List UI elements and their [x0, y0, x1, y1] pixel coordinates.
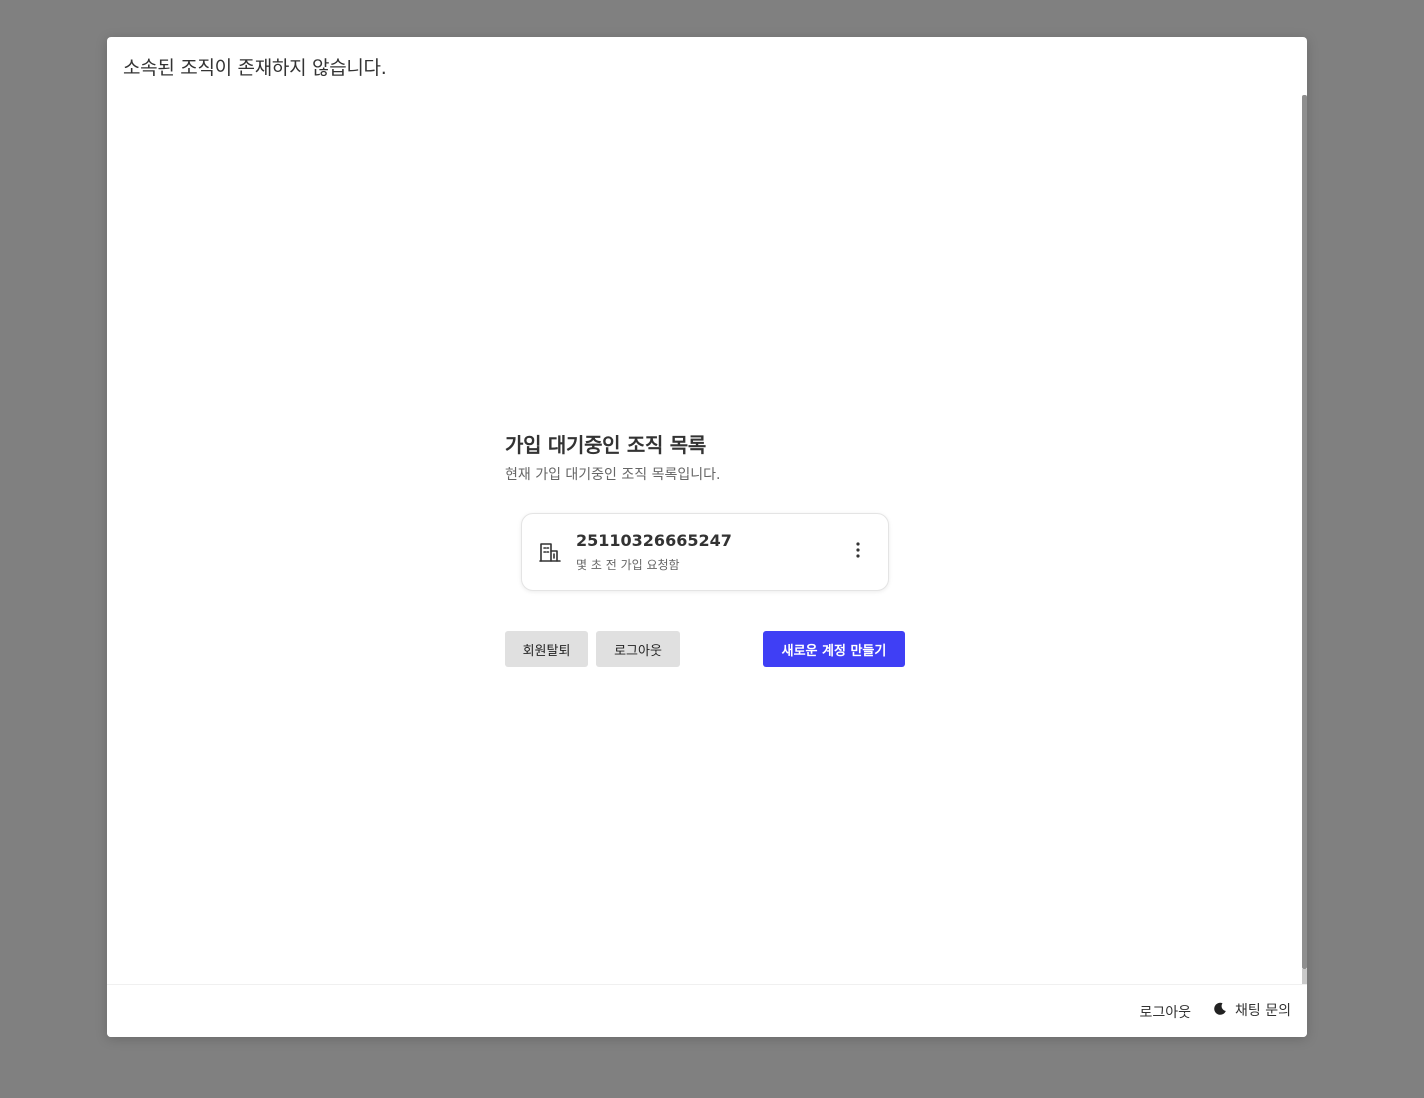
create-new-account-button[interactable]: 새로운 계정 만들기 — [763, 631, 905, 667]
section-subtitle: 현재 가입 대기중인 조직 목록입니다. — [505, 467, 721, 483]
chat-inquiry-label: 채팅 문의 — [1235, 1003, 1291, 1019]
modal-header-title: 소속된 조직이 존재하지 않습니다. — [123, 57, 387, 79]
footer-logout-link[interactable]: 로그아웃 — [1139, 1002, 1191, 1022]
no-organization-modal: 소속된 조직이 존재하지 않습니다. 가입 대기중인 조직 목록 현재 가입 대… — [107, 37, 1307, 1037]
building-icon — [538, 540, 562, 564]
logout-button[interactable]: 로그아웃 — [596, 631, 680, 667]
organization-name: 25110326665247 — [576, 531, 732, 550]
modal-footer: 로그아웃 채팅 문의 — [107, 984, 1307, 1037]
withdraw-membership-button[interactable]: 회원탈퇴 — [505, 631, 588, 667]
action-buttons-row: 회원탈퇴 로그아웃 새로운 계정 만들기 — [505, 631, 905, 667]
scrollbar-thumb[interactable] — [1302, 95, 1307, 969]
pending-organization-card: 25110326665247 몇 초 전 가입 요청함 — [521, 513, 889, 591]
more-vertical-icon — [856, 542, 860, 562]
organization-request-status: 몇 초 전 가입 요청함 — [576, 558, 680, 572]
section-title: 가입 대기중인 조직 목록 — [505, 433, 706, 457]
more-options-button[interactable] — [846, 540, 870, 564]
moon-icon — [1213, 1001, 1227, 1020]
pending-organizations-section: 가입 대기중인 조직 목록 현재 가입 대기중인 조직 목록입니다. 25110… — [505, 429, 905, 667]
scrollbar-end — [1302, 969, 1307, 985]
chat-inquiry-button[interactable]: 채팅 문의 — [1213, 1000, 1291, 1020]
